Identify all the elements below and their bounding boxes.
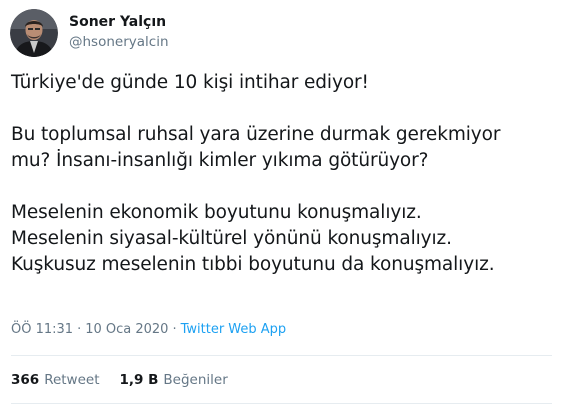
tweet-paragraph: Meselenin ekonomik boyutunu konuşmalıyız… [11,202,495,275]
tweet-stats: 366 Retweet 1,9 B Beğeniler [11,371,248,389]
retweets-count: 366 [11,372,40,388]
author-display-name[interactable]: Soner Yalçın [69,13,169,31]
retweets-label: Retweet [44,372,100,388]
divider [11,355,552,356]
likes-count: 1,9 B [119,372,159,388]
tweet-text: Türkiye'de günde 10 kişi intihar ediyor!… [11,70,556,278]
tweet-time[interactable]: ÖÖ 11:31 [11,321,73,339]
profile-photo-icon [10,9,58,57]
divider [11,403,552,404]
tweet-source-link[interactable]: Twitter Web App [181,321,287,339]
tweet-paragraph: Bu toplumsal ruhsal yara üzerine durmak … [11,124,501,171]
tweet-meta: ÖÖ 11:31 · 10 Oca 2020 · Twitter Web App [11,321,286,339]
tweet-card: Soner Yalçın @hsoneryalcin Türkiye'de gü… [0,0,562,405]
tweet-header: Soner Yalçın @hsoneryalcin [10,9,169,57]
meta-separator: · [172,322,177,337]
author-names: Soner Yalçın @hsoneryalcin [69,13,169,51]
tweet-paragraph: Türkiye'de günde 10 kişi intihar ediyor! [11,72,369,93]
likes-stat[interactable]: 1,9 B Beğeniler [120,371,228,389]
meta-separator: · [77,322,82,337]
tweet-date[interactable]: 10 Oca 2020 [85,321,168,339]
avatar[interactable] [10,9,58,57]
likes-label: Beğeniler [163,372,228,388]
author-handle[interactable]: @hsoneryalcin [69,33,169,51]
retweets-stat[interactable]: 366 Retweet [11,371,100,389]
